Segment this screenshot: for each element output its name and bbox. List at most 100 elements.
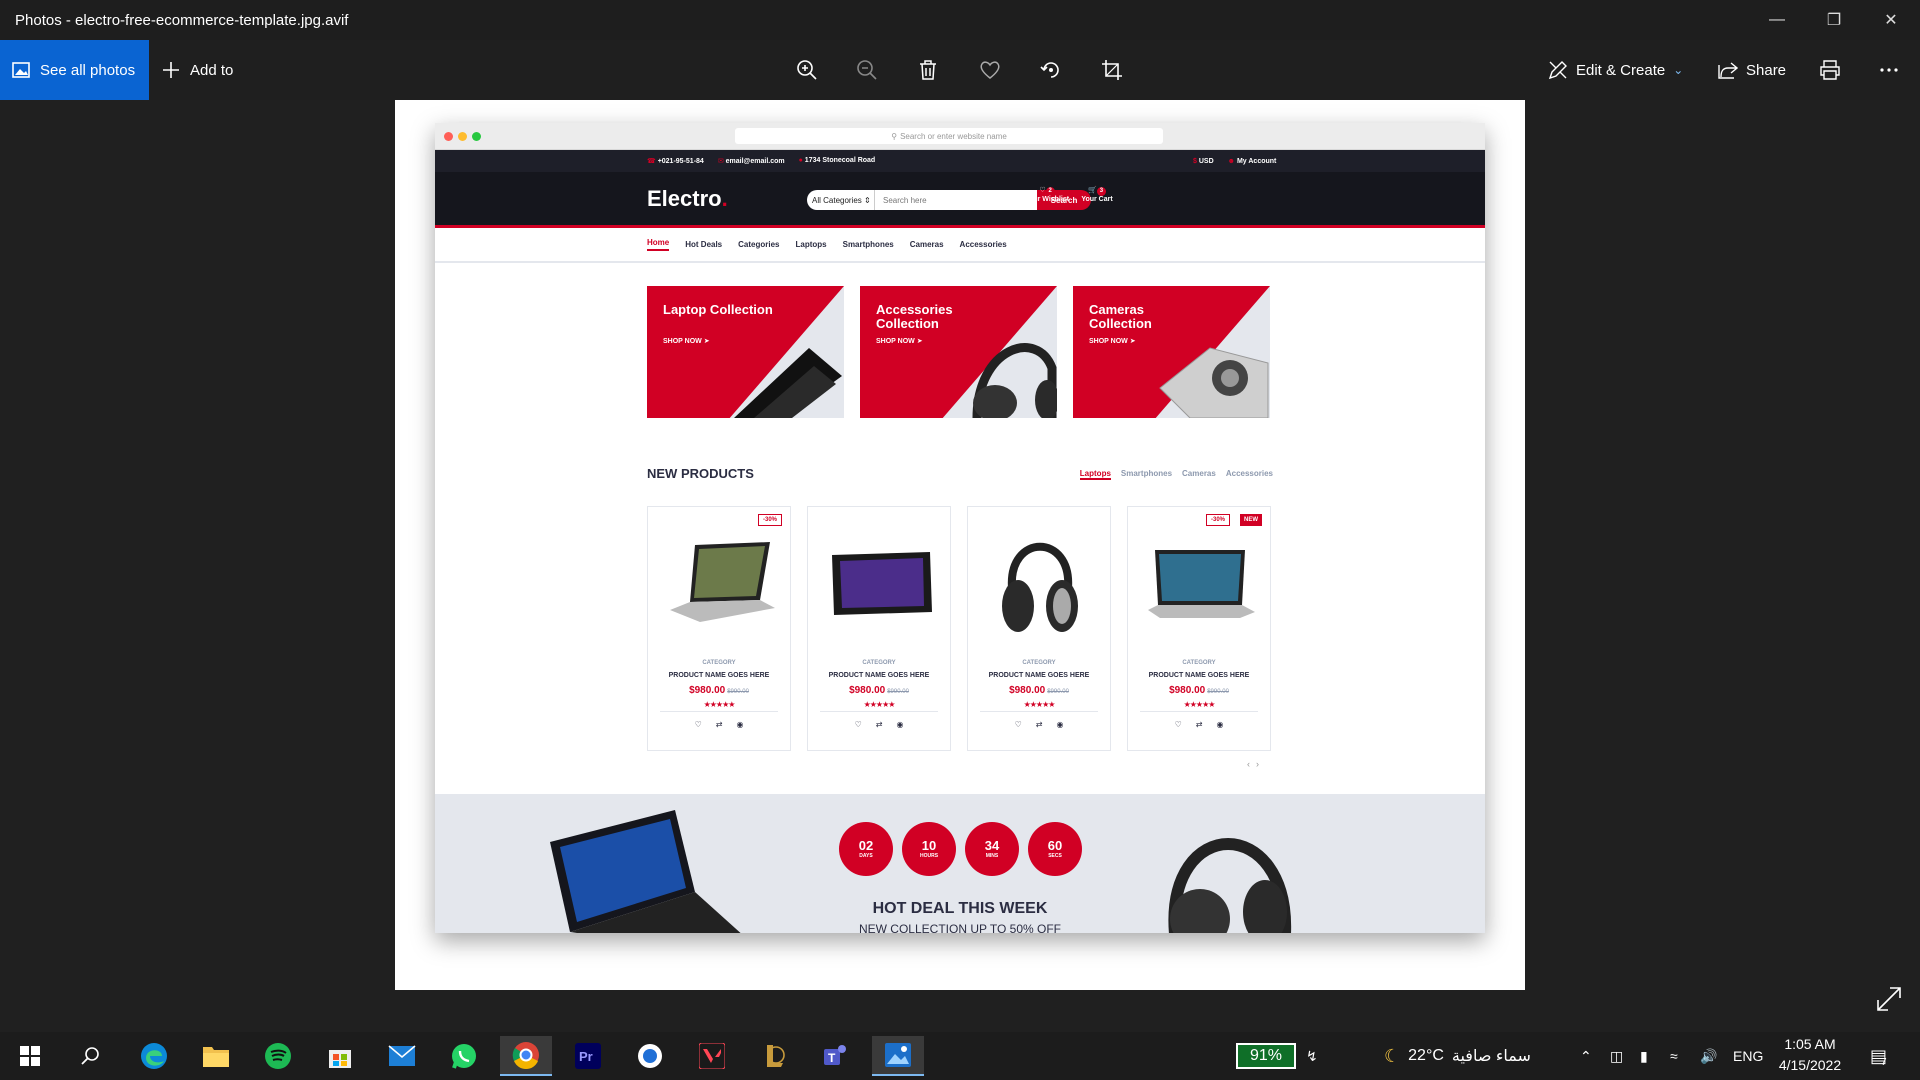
share-icon [1718, 62, 1738, 79]
date: 4/15/2022 [1778, 1057, 1842, 1073]
photos-toolbar: See all photos Add to Edit & Create ⌄ Sh… [0, 40, 1920, 100]
edge-icon[interactable] [128, 1036, 180, 1076]
show-hidden-icons[interactable]: ⌃ [1580, 1032, 1592, 1080]
delete-icon[interactable] [913, 55, 943, 85]
minimize-button[interactable]: — [1754, 0, 1800, 40]
share-button[interactable]: Share [1718, 40, 1786, 100]
battery-indicator[interactable]: 91% [1236, 1043, 1296, 1069]
product-list: -30% CATEGORY PRODUCT NAME GOES HERE $98… [647, 506, 1271, 751]
eye-icon: ◉ [736, 720, 744, 729]
compare-icon: ⇄ [1035, 720, 1043, 729]
zoom-in-icon[interactable] [792, 55, 822, 85]
mail-icon[interactable] [376, 1036, 428, 1076]
battery-icon[interactable]: ▮ [1640, 1032, 1648, 1080]
language-indicator[interactable]: ENG [1733, 1032, 1763, 1080]
teams-icon[interactable]: T [810, 1036, 862, 1076]
tablet-image [832, 552, 932, 615]
search-icon[interactable] [64, 1036, 116, 1076]
favorite-icon[interactable] [975, 55, 1005, 85]
rating-stars: ★★★★★ [1183, 700, 1216, 709]
new-products-title: NEW PRODUCTS [647, 466, 754, 481]
edit-create-button[interactable]: Edit & Create ⌄ [1548, 40, 1683, 100]
edit-create-label: Edit & Create [1576, 61, 1666, 79]
notification-count: 7 [1881, 1056, 1887, 1068]
hot-deal-title: HOT DEAL THIS WEEK [872, 900, 1048, 917]
expand-icon[interactable] [1876, 986, 1902, 1012]
zoom-out-icon[interactable] [852, 55, 882, 85]
minimize-dot [458, 132, 467, 141]
meet-now-icon[interactable]: ◫ [1610, 1032, 1623, 1080]
volume-icon[interactable]: 🔊 [1700, 1032, 1717, 1080]
add-to-label: Add to [190, 61, 234, 79]
title-bar: Photos - electro-free-ecommerce-template… [0, 0, 1920, 40]
nav-cameras: Cameras [909, 240, 944, 249]
compare-icon: ⇄ [715, 720, 723, 729]
more-options-icon[interactable] [1874, 55, 1904, 85]
weather-temp: 22°C [1408, 1047, 1444, 1064]
category-select: All Categories ⇕ [807, 190, 875, 210]
compare-icon: ⇄ [875, 720, 883, 729]
add-to-button[interactable]: Add to [162, 40, 233, 100]
league-icon[interactable] [748, 1036, 800, 1076]
zoom-dot [472, 132, 481, 141]
shop-now-link: SHOP NOW ➤ [663, 338, 710, 345]
countdown-hours: 10 HOURS [902, 822, 956, 876]
svg-text:T: T [828, 1051, 836, 1065]
premiere-pro-icon[interactable]: Pr [562, 1036, 614, 1076]
search-icon: ⚲ [891, 131, 898, 141]
heart-icon: ♡ [854, 720, 862, 729]
svg-text:Pr: Pr [579, 1049, 593, 1064]
laptop-image [670, 542, 775, 622]
see-all-photos-button[interactable]: See all photos [0, 40, 149, 100]
restore-button[interactable]: ❐ [1811, 0, 1857, 40]
edit-icon [1548, 61, 1567, 80]
whatsapp-icon[interactable] [438, 1036, 490, 1076]
url-placeholder: Search or enter website name [900, 131, 1007, 141]
valorant-icon[interactable] [686, 1036, 738, 1076]
search-input: Search here [875, 190, 1037, 210]
spotify-icon[interactable] [252, 1036, 304, 1076]
cart: 🛒 3 Your Cart [1081, 187, 1113, 203]
close-button[interactable]: ✕ [1868, 0, 1914, 40]
email-text: ✉ email@email.com [717, 158, 785, 165]
share-label: Share [1746, 61, 1787, 79]
cart-icon: 🛒 [1088, 187, 1097, 194]
print-icon[interactable] [1815, 55, 1845, 85]
headphones-image [1002, 542, 1078, 632]
app-icon[interactable] [624, 1036, 676, 1076]
phone-text: ☎ +021-95-51-84 [647, 158, 704, 165]
plus-icon [163, 62, 179, 78]
clock[interactable]: 1:05 AM 4/15/2022 [1760, 1034, 1860, 1076]
moon-icon: ☾ [1384, 1045, 1401, 1066]
chrome-icon[interactable] [500, 1036, 552, 1076]
heart-icon: ♡ [1039, 187, 1046, 194]
weather-condition: سماء صافية [1451, 1048, 1531, 1065]
rating-stars: ★★★★★ [703, 700, 736, 709]
heart-icon: ♡ [694, 720, 702, 729]
tab-smartphones: Smartphones [1120, 469, 1173, 478]
store-icon[interactable] [314, 1036, 366, 1076]
windows-start-icon[interactable] [4, 1036, 56, 1076]
countdown-secs: 60 SECS [1028, 822, 1082, 876]
countdown-timer: 02 DAYS 10 HOURS 34 MINS 60 SECS [839, 822, 1082, 876]
heart-icon: ♡ [1174, 720, 1182, 729]
tab-laptops: Laptops [1079, 469, 1111, 480]
photos-icon[interactable] [872, 1036, 924, 1076]
product-tabs: Laptops Smartphones Cameras Accessories [1079, 469, 1273, 480]
nav-categories: Categories [738, 240, 780, 249]
laptop-collection: Laptop Collection SHOP NOW ➤ [647, 286, 844, 418]
nav-laptops: Laptops [795, 240, 827, 249]
rotate-icon[interactable] [1036, 55, 1066, 85]
notification-center-icon[interactable]: ▤ 7 [1870, 1032, 1887, 1080]
heart-icon: ♡ [1014, 720, 1022, 729]
rating-stars: ★★★★★ [863, 700, 896, 709]
slider-arrows: ‹ › [1247, 759, 1259, 769]
file-explorer-icon[interactable] [190, 1036, 242, 1076]
wifi-icon[interactable]: ≈ [1670, 1032, 1678, 1080]
weather-widget[interactable]: ☾ 22°C سماء صافية [1384, 1032, 1531, 1080]
crop-icon[interactable] [1097, 55, 1127, 85]
price: $980.00 $990.00 [1169, 685, 1229, 696]
nav-smartphones: Smartphones [842, 240, 894, 249]
website-screenshot: ⚲ Search or enter website name ☎ +021-95… [435, 123, 1485, 933]
chevron-right-icon: › [1256, 759, 1259, 769]
